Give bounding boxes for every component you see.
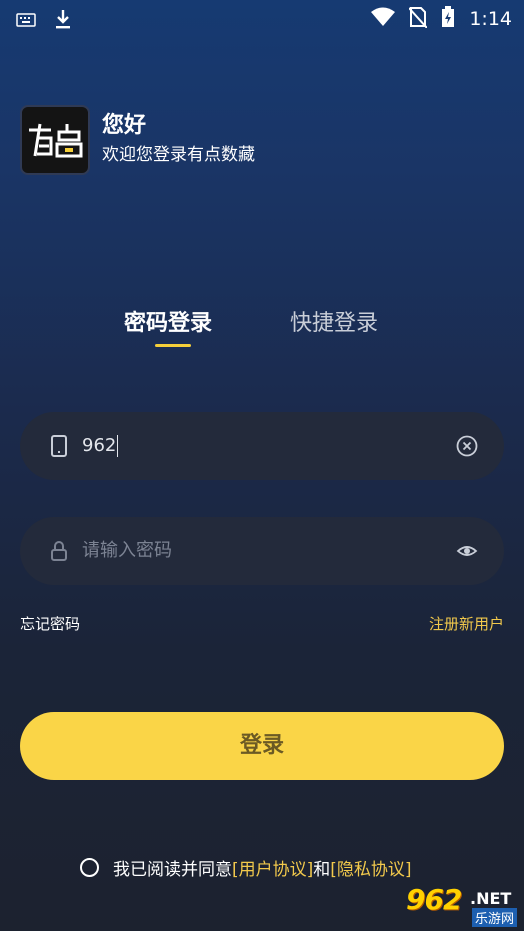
register-link[interactable]: 注册新用户	[429, 613, 504, 634]
agreement-row: 我已阅读并同意 [用户协议] 和 [隐私协议]	[80, 855, 412, 880]
phone-field[interactable]: 962	[20, 412, 504, 480]
agreement-text: 我已阅读并同意	[113, 860, 232, 880]
login-tabs: 密码登录 快捷登录	[0, 305, 524, 355]
tab-quick-login[interactable]: 快捷登录	[290, 305, 378, 337]
no-sim-icon	[408, 6, 429, 32]
watermark-suffix: .NET	[470, 889, 512, 908]
tab-password-login[interactable]: 密码登录	[124, 305, 212, 337]
eye-icon[interactable]	[456, 540, 478, 566]
tab-active-indicator	[155, 344, 191, 347]
user-agreement-link[interactable]: [用户协议]	[232, 855, 313, 880]
status-bar: 1:14	[0, 0, 524, 36]
watermark-site: 乐游网	[472, 908, 518, 927]
agreement-and: 和	[313, 860, 331, 880]
status-time: 1:14	[469, 8, 512, 30]
greeting-subtitle: 欢迎您登录有点数藏	[102, 145, 255, 165]
password-field[interactable]: 请输入密码	[20, 517, 504, 585]
app-logo	[20, 105, 90, 175]
battery-icon	[441, 6, 455, 32]
header: 您好 欢迎您登录有点数藏	[20, 105, 255, 175]
download-icon	[54, 8, 72, 34]
clear-icon[interactable]	[456, 435, 478, 461]
privacy-agreement-link[interactable]: [隐私协议]	[330, 855, 411, 880]
agreement-checkbox[interactable]	[80, 858, 99, 877]
forgot-password-link[interactable]: 忘记密码	[20, 613, 80, 634]
site-watermark: 962 .NET 乐游网	[406, 883, 518, 927]
text-cursor	[117, 435, 119, 457]
password-input[interactable]: 请输入密码	[82, 517, 172, 585]
watermark-number: 962	[406, 883, 462, 916]
phone-input[interactable]: 962	[82, 412, 119, 480]
greeting-title: 您好	[102, 113, 147, 138]
lock-icon	[50, 539, 68, 567]
keyboard-icon	[16, 12, 36, 31]
wifi-icon	[371, 7, 396, 31]
login-button[interactable]: 登录	[20, 712, 504, 780]
phone-icon	[50, 434, 68, 462]
